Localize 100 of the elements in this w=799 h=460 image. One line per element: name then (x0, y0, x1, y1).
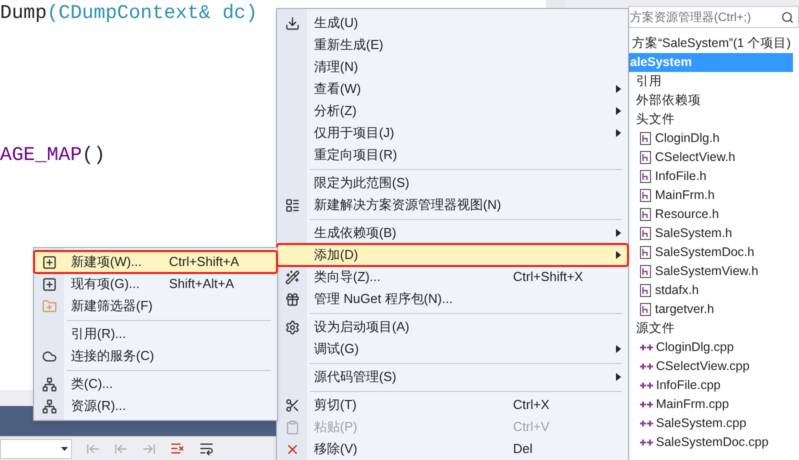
dropdown-field[interactable] (0, 438, 72, 458)
tree-item[interactable]: CloginDlg.h (628, 129, 799, 148)
search-field[interactable]: 方案资源管理器(Ctrl+;) (628, 6, 799, 28)
menu-item[interactable]: 源代码管理(S) (277, 366, 628, 388)
menu-item[interactable]: 限定为此范围(S) (277, 172, 628, 194)
folder-icon (42, 298, 56, 314)
tree-item[interactable]: MainFrm.cpp (628, 395, 799, 414)
menu-label: 类(C)... (71, 375, 113, 394)
menu-label: 现有项(G)... (71, 275, 140, 294)
tree-item[interactable]: 方案“SaleSystem”(1 个项目) (628, 34, 799, 53)
tree-item[interactable]: SaleSystemDoc.cpp (628, 433, 799, 452)
menu-label: 仅用于项目(J) (314, 124, 394, 142)
menu-label: 源代码管理(S) (314, 368, 396, 386)
cpp-file-icon (640, 438, 653, 447)
header-file-icon (640, 227, 651, 240)
new-item-icon (42, 254, 56, 270)
menu-label: 生成依赖项(B) (314, 224, 396, 242)
add-item-icon (42, 276, 56, 292)
shortcut-label: Shift+Alt+A (169, 275, 236, 294)
menu-item[interactable]: 管理 NuGet 程序包(N)... (277, 288, 628, 310)
menu-label: 重定向项目(R) (314, 146, 398, 164)
wrap-text-icon[interactable] (199, 441, 214, 456)
settings-icon (284, 320, 300, 334)
menu-label: 添加(D) (314, 246, 358, 264)
cpp-file-icon (640, 400, 653, 409)
menu-item[interactable]: 类向导(Z)... Ctrl+Shift+X (277, 266, 628, 288)
menu-item[interactable]: 资源(R)... (34, 395, 277, 417)
menu-item[interactable]: 生成依赖项(B) (277, 222, 628, 244)
header-file-icon (640, 189, 651, 202)
tree-item[interactable]: 源文件 (628, 319, 799, 338)
cpp-file-icon (640, 362, 653, 371)
tree-item[interactable]: InfoFile.h (628, 167, 799, 186)
cloud-icon (42, 348, 56, 364)
menu-item[interactable]: 设为启动项目(A) (277, 316, 628, 338)
menu-item[interactable]: 仅用于项目(J) (277, 122, 628, 144)
tree-item[interactable]: SaleSystem.cpp (628, 414, 799, 433)
menu-item[interactable]: 添加(D) (277, 244, 628, 266)
tree-item[interactable]: InfoFile.cpp (628, 376, 799, 395)
menu-label: 调试(G) (314, 340, 359, 358)
search-icon (781, 10, 794, 24)
menu-item[interactable]: 重定向项目(R) (277, 144, 628, 166)
submenu-arrow-icon (616, 345, 620, 353)
menu-item[interactable]: 移除(V) Del (277, 438, 628, 460)
menu-item[interactable]: 重新生成(E) (277, 34, 628, 56)
menu-label: 新建筛选器(F) (71, 297, 153, 316)
menu-label: 剪切(T) (314, 396, 357, 414)
tree-item[interactable]: CSelectView.cpp (628, 357, 799, 376)
submenu-arrow-icon (616, 229, 620, 237)
tree-item[interactable]: CloginDlg.cpp (628, 338, 799, 357)
shortcut-label: Ctrl+V (513, 418, 550, 436)
clear-list-icon[interactable] (170, 441, 185, 456)
cpp-file-icon (640, 381, 653, 390)
submenu-arrow-icon (616, 251, 620, 259)
header-file-icon (640, 265, 651, 278)
code-line: Dump(CDumpContext& dc) (0, 1, 258, 26)
tree-item[interactable]: SaleSystem.h (628, 224, 799, 243)
shortcut-label: Ctrl+X (513, 396, 550, 414)
tree-item[interactable]: CSelectView.h (628, 148, 799, 167)
menu-item[interactable]: 剪切(T) Ctrl+X (277, 394, 628, 416)
tree-item[interactable]: 外部依赖项 (628, 91, 799, 110)
menu-label: 分析(Z) (314, 102, 357, 120)
menu-item[interactable]: 现有项(G)... Shift+Alt+A (34, 273, 277, 295)
tree-item[interactable]: 头文件 (628, 110, 799, 129)
menu-label: 查看(W) (314, 80, 361, 98)
tree-item[interactable]: Resource.h (628, 205, 799, 224)
tree-item[interactable]: stdafx.h (628, 281, 799, 300)
menu-label: 类向导(Z)... (314, 268, 380, 286)
wand-icon (284, 270, 300, 284)
tree-item[interactable]: SaleSystemView.h (628, 262, 799, 281)
header-file-icon (640, 151, 651, 164)
menu-item[interactable]: 引用(R)... (34, 323, 277, 345)
menu-label: 管理 NuGet 程序包(N)... (314, 290, 453, 308)
menu-item[interactable]: 类(C)... (34, 373, 277, 395)
submenu-arrow-icon (616, 107, 620, 115)
menu-item[interactable]: 清理(N) (277, 56, 628, 78)
cpp-file-icon (640, 343, 653, 352)
menu-item[interactable]: 调试(G) (277, 338, 628, 360)
submenu-arrow-icon (616, 85, 620, 93)
menu-item[interactable]: 新建筛选器(F) (34, 295, 277, 317)
menu-label: 生成(U) (314, 14, 358, 32)
menu-label: 资源(R)... (71, 397, 126, 416)
menu-label: 粘贴(P) (314, 418, 358, 436)
menu-item[interactable]: 分析(Z) (277, 100, 628, 122)
tree-item[interactable]: MainFrm.h (628, 186, 799, 205)
menu-label: 设为启动项目(A) (314, 318, 410, 336)
menu-label: 引用(R)... (71, 325, 126, 344)
clipboard-icon (284, 420, 300, 434)
menu-item[interactable]: 新建项(W)... Ctrl+Shift+A (34, 251, 277, 273)
menu-item[interactable]: 生成(U) (277, 12, 628, 34)
list-icon (284, 198, 300, 212)
scissors-icon (284, 398, 300, 412)
menu-label: 新建项(W)... (71, 253, 142, 272)
tree-item[interactable]: targetver.h (628, 300, 799, 319)
tree-item[interactable]: SaleSystemDoc.h (628, 243, 799, 262)
header-file-icon (640, 132, 651, 145)
menu-item[interactable]: 新建解决方案资源管理器视图(N) (277, 194, 628, 216)
menu-item[interactable]: 查看(W) (277, 78, 628, 100)
menu-item[interactable]: 连接的服务(C) (34, 345, 277, 367)
tree-item[interactable]: 引用 (628, 72, 799, 91)
menu-label: 重新生成(E) (314, 36, 384, 54)
